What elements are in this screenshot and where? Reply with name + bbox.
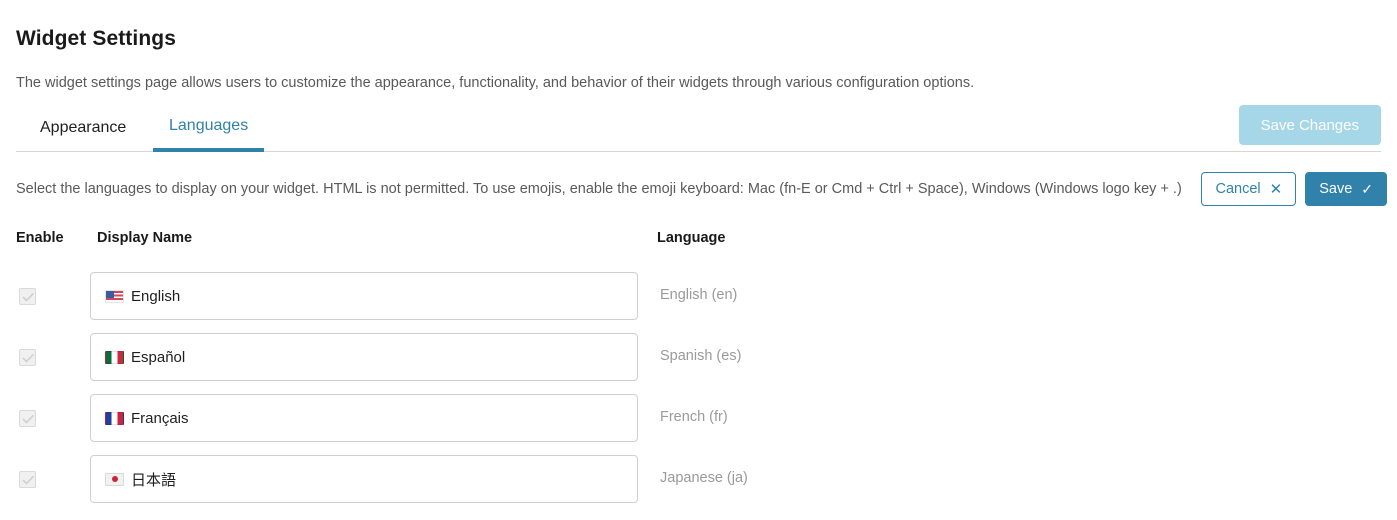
display-name-value: 日本語 [131, 471, 177, 489]
language-value-japanese: Japanese (ja) [660, 470, 748, 486]
tab-bar: Appearance Languages [16, 104, 1381, 152]
enable-checkbox-japanese[interactable] [19, 471, 36, 488]
save-button-label: Save [1319, 180, 1353, 197]
flag-france-icon [105, 411, 124, 425]
column-header-language: Language [657, 230, 726, 246]
panel-action-group: Cancel ✕ Save ✓ [1201, 172, 1387, 206]
flag-united-states-icon [105, 289, 124, 303]
page-description: The widget settings page allows users to… [16, 74, 975, 91]
display-name-input-english[interactable]: English [90, 272, 638, 320]
enable-checkbox-spanish[interactable] [19, 349, 36, 366]
language-rows: English English (en) Español Spanish (es… [0, 272, 1397, 516]
check-icon [22, 415, 34, 424]
tab-appearance[interactable]: Appearance [24, 104, 142, 152]
flag-mexico-icon [105, 350, 124, 364]
close-icon: ✕ [1269, 180, 1283, 198]
enable-checkbox-english[interactable] [19, 288, 36, 305]
display-name-value: English [131, 287, 181, 305]
display-name-input-spanish[interactable]: Español [90, 333, 638, 381]
flag-japan-icon [105, 472, 124, 486]
language-value-french: French (fr) [660, 409, 728, 425]
display-name-value: Français [131, 409, 189, 427]
language-value-english: English (en) [660, 287, 738, 303]
languages-instruction: Select the languages to display on your … [16, 181, 1182, 197]
table-row: English English (en) [0, 272, 1397, 333]
language-value-spanish: Spanish (es) [660, 348, 742, 364]
column-header-display-name: Display Name [97, 230, 193, 246]
display-name-input-french[interactable]: Français [90, 394, 638, 442]
check-icon [22, 476, 34, 485]
enable-checkbox-french[interactable] [19, 410, 36, 427]
widget-settings-page: Widget Settings The widget settings page… [0, 0, 1397, 520]
save-changes-button[interactable]: Save Changes [1238, 105, 1381, 145]
check-icon [22, 293, 34, 302]
cancel-button-label: Cancel [1215, 180, 1261, 197]
display-name-value: Español [131, 348, 186, 366]
cancel-button[interactable]: Cancel ✕ [1201, 172, 1297, 206]
table-row: 日本語 Japanese (ja) [0, 455, 1397, 516]
table-row: Français French (fr) [0, 394, 1397, 455]
display-name-input-japanese[interactable]: 日本語 [90, 455, 638, 503]
tab-languages[interactable]: Languages [153, 104, 265, 152]
column-header-enable: Enable [16, 230, 64, 246]
table-row: Español Spanish (es) [0, 333, 1397, 394]
save-button[interactable]: Save ✓ [1305, 172, 1387, 206]
check-icon: ✓ [1361, 181, 1373, 197]
check-icon [22, 354, 34, 363]
page-title: Widget Settings [16, 27, 176, 51]
